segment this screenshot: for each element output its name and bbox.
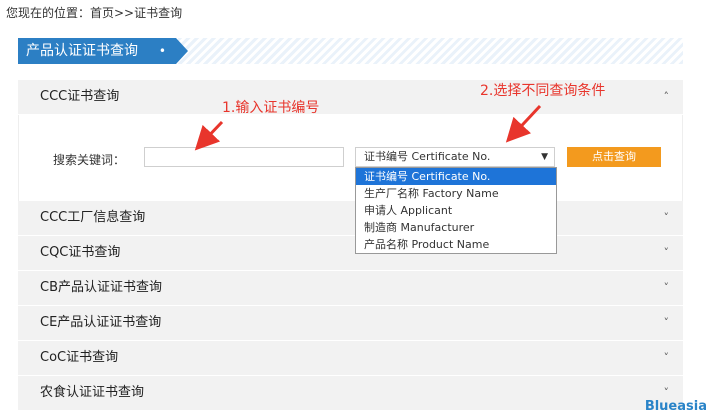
- chevron-down-icon[interactable]: ˅: [664, 306, 670, 340]
- option-applicant[interactable]: 申请人 Applicant: [356, 202, 556, 219]
- option-product-name[interactable]: 产品名称 Product Name: [356, 236, 556, 253]
- chevron-down-icon[interactable]: ˅: [664, 341, 670, 375]
- section-cb-title: CB产品认证证书查询: [40, 280, 162, 295]
- search-button[interactable]: 点击查询: [567, 147, 661, 167]
- section-cqc-title: CQC证书查询: [40, 245, 121, 260]
- option-factory-name[interactable]: 生产厂名称 Factory Name: [356, 185, 556, 202]
- chevron-down-icon[interactable]: ˅: [664, 271, 670, 305]
- page-title: 产品认证证书查询 •: [18, 38, 188, 64]
- section-ccc-body: 搜索关键词： 证书编号 Certificate No. ▼ 点击查询 证书编号 …: [18, 115, 683, 254]
- section-food-title: 农食认证证书查询: [40, 385, 145, 400]
- section-food-header[interactable]: 农食认证证书查询 ˅: [18, 376, 683, 411]
- section-ce-title: CE产品认证证书查询: [40, 315, 162, 330]
- section-ccc-title: CCC证书查询: [40, 89, 120, 104]
- chevron-down-icon[interactable]: ˅: [664, 201, 670, 235]
- breadcrumb: 您现在的位置：首页>>证书查询: [6, 6, 183, 20]
- annotation-step1: 1.输入证书编号: [222, 100, 320, 116]
- option-certificate-no[interactable]: 证书编号 Certificate No.: [356, 168, 556, 185]
- query-panel: CCC证书查询 ˄ 搜索关键词： 证书编号 Certificate No. ▼ …: [18, 80, 683, 411]
- title-bar: 产品认证证书查询 •: [18, 38, 683, 64]
- query-type-selected: 证书编号 Certificate No.: [364, 150, 491, 163]
- bullet-icon: •: [158, 44, 166, 58]
- section-ce-header[interactable]: CE产品认证证书查询 ˅: [18, 306, 683, 341]
- section-cqc-header[interactable]: CQC证书查询 ˅: [18, 236, 683, 271]
- section-coc-title: CoC证书查询: [40, 350, 119, 365]
- annotation-step2: 2.选择不同查询条件: [480, 83, 606, 99]
- caret-down-icon[interactable]: ▼: [541, 148, 548, 166]
- section-coc-header[interactable]: CoC证书查询 ˅: [18, 341, 683, 376]
- section-factory-title: CCC工厂信息查询: [40, 210, 146, 225]
- keyword-input[interactable]: [144, 147, 344, 167]
- page-title-label: 产品认证证书查询: [26, 43, 138, 59]
- chevron-down-icon[interactable]: ˅: [664, 236, 670, 270]
- keyword-label: 搜索关键词：: [53, 153, 126, 167]
- query-type-select[interactable]: 证书编号 Certificate No. ▼: [355, 147, 555, 167]
- section-factory-header[interactable]: CCC工厂信息查询 ˅: [18, 201, 683, 236]
- watermark-logo: Blueasia: [644, 399, 707, 414]
- chevron-up-icon[interactable]: ˄: [664, 80, 670, 114]
- query-type-dropdown: 证书编号 Certificate No. 生产厂名称 Factory Name …: [355, 167, 557, 254]
- title-stripes: [178, 38, 683, 64]
- option-manufacturer[interactable]: 制造商 Manufacturer: [356, 219, 556, 236]
- section-cb-header[interactable]: CB产品认证证书查询 ˅: [18, 271, 683, 306]
